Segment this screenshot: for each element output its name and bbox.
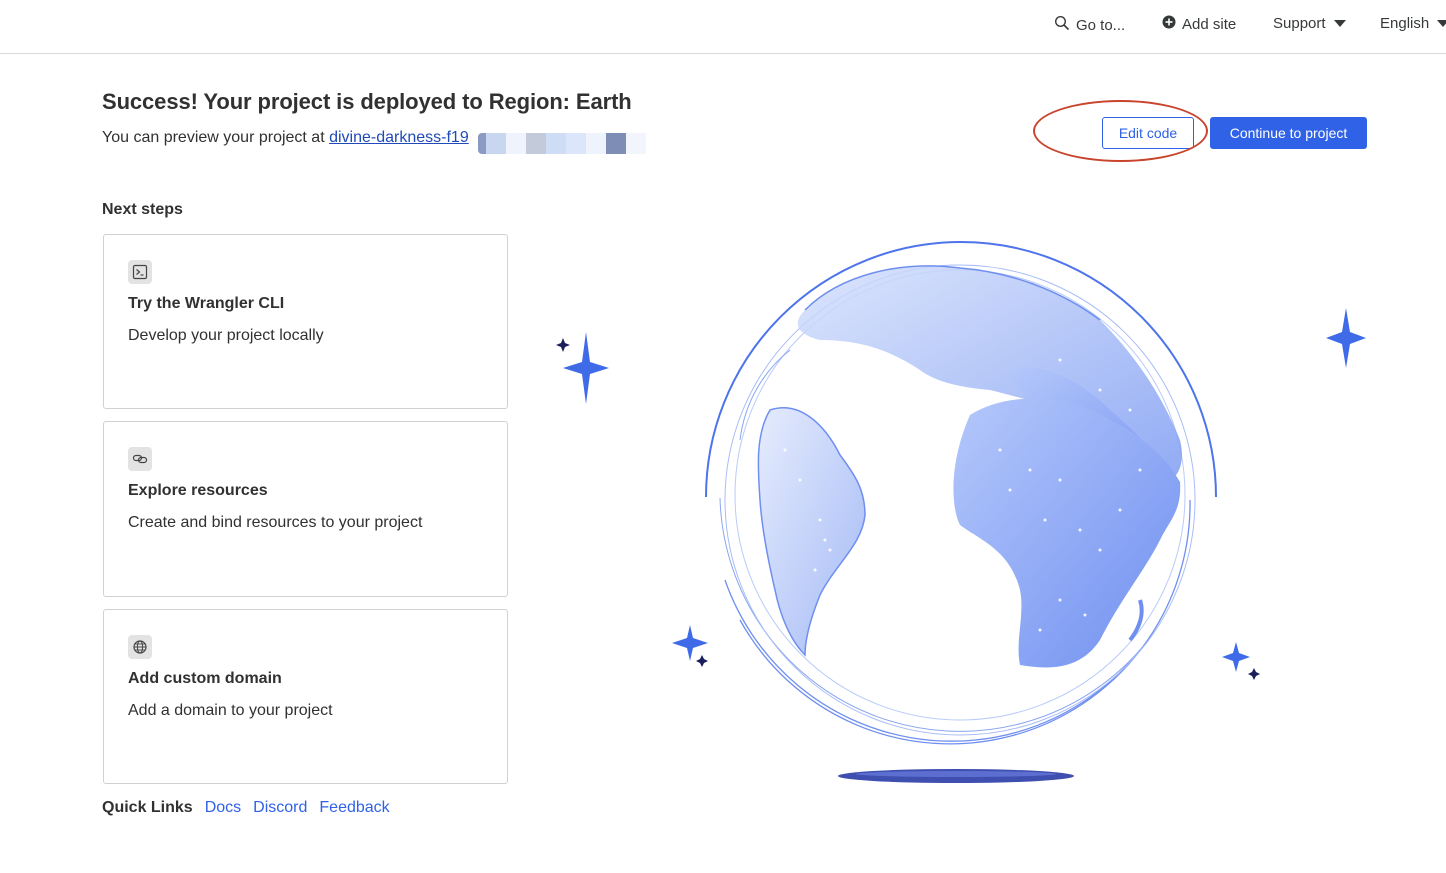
support-menu[interactable]: Support bbox=[1273, 15, 1346, 32]
language-label: English bbox=[1380, 15, 1430, 32]
caret-down-icon bbox=[1437, 20, 1446, 27]
quick-links: Quick Links Docs Discord Feedback bbox=[102, 799, 390, 817]
add-site-label: Add site bbox=[1182, 15, 1237, 33]
page-title: Success! Your project is deployed to Reg… bbox=[102, 89, 632, 114]
link-icon bbox=[128, 447, 152, 471]
redacted-url-block bbox=[478, 133, 646, 154]
top-bar: Go to... Add site Support English bbox=[0, 0, 1446, 54]
edit-code-button[interactable]: Edit code bbox=[1102, 117, 1194, 149]
card-title: Explore resources bbox=[128, 482, 268, 499]
quick-links-label: Quick Links bbox=[102, 799, 193, 816]
goto-button[interactable]: Go to... bbox=[1054, 15, 1125, 35]
earth-globe-illustration bbox=[540, 220, 1420, 800]
sparkle-star-icon bbox=[556, 332, 609, 404]
card-title: Try the Wrangler CLI bbox=[128, 295, 285, 312]
plus-circle-icon bbox=[1162, 15, 1176, 33]
terminal-icon bbox=[128, 260, 152, 284]
support-label: Support bbox=[1273, 15, 1326, 32]
preview-prefix: You can preview your project at bbox=[102, 129, 330, 146]
add-custom-domain-card[interactable]: Add custom domain Add a domain to your p… bbox=[103, 609, 508, 784]
card-description: Add a domain to your project bbox=[128, 702, 333, 719]
preview-link[interactable]: divine-darkness-f19 bbox=[329, 129, 469, 146]
globe-icon bbox=[128, 635, 152, 659]
next-steps-heading: Next steps bbox=[102, 201, 183, 218]
sparkle-star-icon bbox=[1326, 308, 1366, 368]
continue-to-project-button[interactable]: Continue to project bbox=[1210, 117, 1367, 149]
card-title: Add custom domain bbox=[128, 670, 282, 687]
add-site-button[interactable]: Add site bbox=[1162, 15, 1236, 33]
discord-link[interactable]: Discord bbox=[253, 799, 307, 817]
card-description: Create and bind resources to your projec… bbox=[128, 514, 423, 531]
card-description: Develop your project locally bbox=[128, 327, 324, 344]
search-icon bbox=[1054, 15, 1070, 35]
feedback-link[interactable]: Feedback bbox=[319, 799, 389, 817]
wrangler-cli-card[interactable]: Try the Wrangler CLI Develop your projec… bbox=[103, 234, 508, 409]
language-menu[interactable]: English bbox=[1380, 15, 1446, 32]
docs-link[interactable]: Docs bbox=[205, 799, 241, 817]
caret-down-icon bbox=[1333, 20, 1346, 27]
explore-resources-card[interactable]: Explore resources Create and bind resour… bbox=[103, 421, 508, 597]
sparkle-star-icon bbox=[672, 625, 708, 667]
preview-text: You can preview your project at divine-d… bbox=[102, 129, 469, 147]
sparkle-star-icon bbox=[1222, 642, 1260, 680]
goto-label: Go to... bbox=[1076, 16, 1126, 34]
